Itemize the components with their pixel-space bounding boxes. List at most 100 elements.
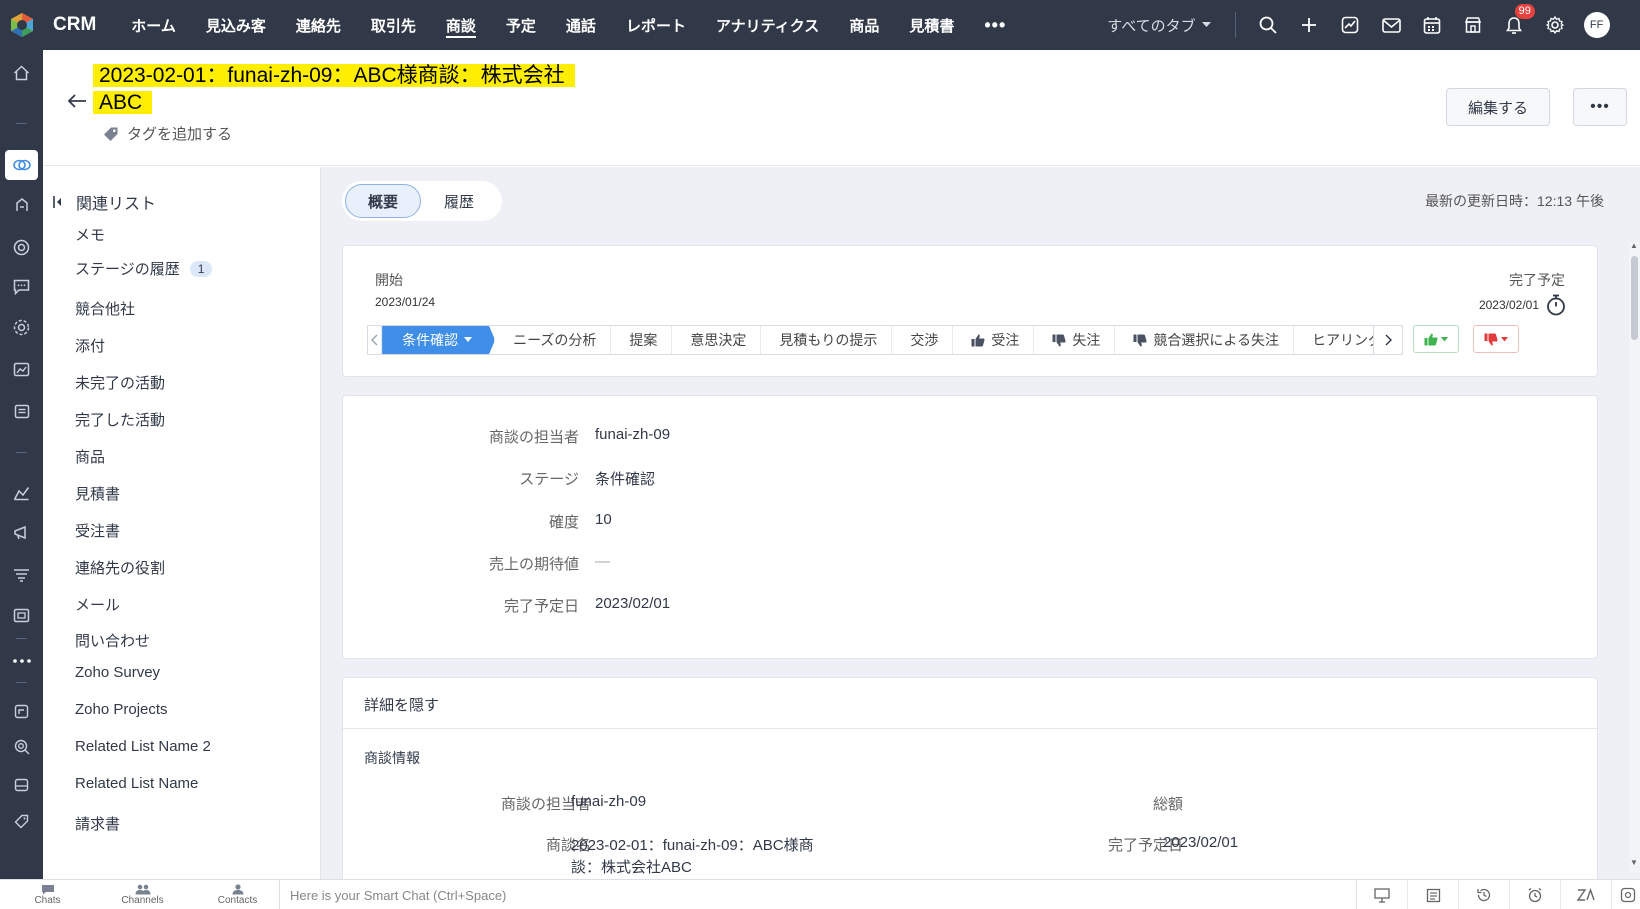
field-value-closing-date[interactable]: 2023/02/01 <box>1163 834 1238 851</box>
tab-home[interactable]: ホーム <box>116 0 191 50</box>
tab-meetings[interactable]: 予定 <box>491 0 551 50</box>
folder-icon[interactable] <box>0 600 43 630</box>
related-item-products[interactable]: 商品 <box>75 446 105 467</box>
filter-icon[interactable] <box>0 560 43 590</box>
related-item-zoho-projects[interactable]: Zoho Projects <box>75 701 168 718</box>
documents-icon[interactable] <box>0 396 43 426</box>
cadences-icon[interactable] <box>0 696 43 726</box>
more-tabs-button[interactable]: ••• <box>969 0 1021 50</box>
scroll-up-arrow-icon[interactable]: ▲ <box>1630 241 1638 250</box>
calendar-icon[interactable] <box>1412 0 1453 50</box>
stage-decision[interactable]: 意思決定 <box>672 326 762 354</box>
field-value-expected-revenue[interactable]: — <box>595 553 610 570</box>
inbox-icon[interactable] <box>0 770 43 800</box>
tab-products[interactable]: 商品 <box>834 0 894 50</box>
stage-negotiation[interactable]: 交渉 <box>892 326 954 354</box>
chats-button[interactable]: Chats <box>0 880 95 909</box>
field-value-deal-name[interactable]: 2023-02-01：funai-zh-09：ABC様商 <box>571 834 814 855</box>
hide-details-toggle[interactable]: 詳細を隠す <box>364 694 439 715</box>
stage-next-button[interactable] <box>1373 325 1403 355</box>
related-item-contact-roles[interactable]: 連絡先の役割 <box>75 557 165 578</box>
zia-icon[interactable] <box>1561 880 1612 909</box>
more-apps-icon[interactable] <box>0 646 43 676</box>
scrollbar-thumb[interactable] <box>1631 256 1638 340</box>
stage-closed-won[interactable]: 受注 <box>953 326 1035 354</box>
field-value-owner[interactable]: funai-zh-09 <box>595 426 670 443</box>
related-item-closed-activities[interactable]: 完了した活動 <box>75 409 165 430</box>
automation-icon[interactable] <box>0 312 43 342</box>
field-value-amount[interactable]: — <box>1163 793 1178 810</box>
related-item-quotes[interactable]: 見積書 <box>75 483 120 504</box>
notes-icon[interactable] <box>1408 880 1459 909</box>
crm-modules-icon[interactable] <box>5 150 38 180</box>
user-avatar[interactable]: FF <box>1583 12 1610 38</box>
presentation-icon[interactable] <box>1357 880 1408 909</box>
tab-quotes[interactable]: 見積書 <box>894 0 969 50</box>
stage-qualification[interactable]: 条件確認 <box>382 326 495 354</box>
home-icon[interactable] <box>0 58 43 88</box>
tab-contacts[interactable]: 連絡先 <box>281 0 356 50</box>
related-item-open-activities[interactable]: 未完了の活動 <box>75 372 165 393</box>
related-item-stage-history[interactable]: ステージの履歴 1 <box>75 258 213 279</box>
at-mention-icon[interactable] <box>0 232 43 262</box>
app-title[interactable]: CRM <box>53 14 96 36</box>
feeds-icon[interactable] <box>0 272 43 302</box>
plus-icon[interactable] <box>1289 0 1330 50</box>
related-item-attachments[interactable]: 添付 <box>75 335 105 356</box>
related-list-header[interactable]: 関連リスト <box>53 190 156 214</box>
stage-proposal[interactable]: 提案 <box>611 326 673 354</box>
related-item-zoho-survey[interactable]: Zoho Survey <box>75 664 160 681</box>
search-zoom-icon[interactable] <box>0 732 43 762</box>
alarm-clock-icon[interactable] <box>1510 880 1561 909</box>
stage-quote[interactable]: 見積もりの提示 <box>761 326 893 354</box>
signals-icon[interactable] <box>1330 0 1371 50</box>
stage-closed-lost[interactable]: 失注 <box>1034 326 1116 354</box>
channels-button[interactable]: Channels <box>95 880 190 909</box>
field-value-probability[interactable]: 10 <box>595 511 612 528</box>
scroll-down-arrow-icon[interactable]: ▼ <box>1630 858 1638 867</box>
tab-leads[interactable]: 見込み客 <box>191 0 281 50</box>
back-arrow-icon[interactable] <box>67 94 87 108</box>
marketplace-icon[interactable] <box>1453 0 1494 50</box>
field-value-stage[interactable]: 条件確認 <box>595 468 655 489</box>
related-item-notes[interactable]: メモ <box>75 224 105 245</box>
stage-lost-to-competition[interactable]: 競合選択による失注 <box>1115 326 1294 354</box>
history-icon[interactable] <box>1459 880 1510 909</box>
stage-prev-button[interactable] <box>368 326 383 354</box>
mark-won-button[interactable] <box>1413 325 1459 353</box>
smart-chat-input[interactable]: Here is your Smart Chat (Ctrl+Space) <box>279 880 1357 909</box>
related-item-invoices[interactable]: 請求書 <box>75 813 120 834</box>
stage-needs-analysis[interactable]: ニーズの分析 <box>495 326 612 354</box>
field-value-closing-date[interactable]: 2023/02/01 <box>595 595 670 612</box>
tab-deals[interactable]: 商談 <box>431 0 491 50</box>
mail-icon[interactable] <box>1371 0 1412 50</box>
support-icon[interactable] <box>1612 880 1640 909</box>
dashboard-icon[interactable] <box>0 354 43 384</box>
tab-reports[interactable]: レポート <box>611 0 701 50</box>
gear-icon[interactable] <box>1535 0 1576 50</box>
all-tabs-dropdown[interactable]: すべてのタブ <box>1107 15 1211 36</box>
tab-overview[interactable]: 概要 <box>345 184 421 218</box>
tab-accounts[interactable]: 取引先 <box>356 0 431 50</box>
related-item-emails[interactable]: メール <box>75 594 120 615</box>
contacts-button[interactable]: Contacts <box>190 880 285 909</box>
related-item-sales-orders[interactable]: 受注書 <box>75 520 120 541</box>
field-value-owner[interactable]: funai-zh-09 <box>571 793 646 810</box>
related-item-competitors[interactable]: 競合他社 <box>75 298 135 319</box>
edit-button[interactable]: 編集する <box>1446 88 1550 126</box>
tag-icon[interactable] <box>0 806 43 836</box>
tab-analytics[interactable]: アナリティクス <box>701 0 834 50</box>
notification-bell-icon[interactable]: 99 <box>1494 0 1535 50</box>
analytics-icon[interactable] <box>0 478 43 508</box>
collapse-panel-icon[interactable] <box>53 195 62 209</box>
tab-calls[interactable]: 通話 <box>551 0 611 50</box>
search-icon[interactable] <box>1248 0 1289 50</box>
related-item-cases[interactable]: 問い合わせ <box>75 630 150 651</box>
campaigns-icon[interactable] <box>0 518 43 548</box>
mark-lost-button[interactable] <box>1473 325 1519 353</box>
related-item-related-list[interactable]: Related List Name <box>75 775 198 792</box>
crm-logo-icon[interactable] <box>0 0 43 50</box>
sales-signals-icon[interactable] <box>0 190 43 220</box>
tab-timeline[interactable]: 履歴 <box>421 184 497 218</box>
add-tag-link[interactable]: タグを追加する <box>103 123 232 144</box>
